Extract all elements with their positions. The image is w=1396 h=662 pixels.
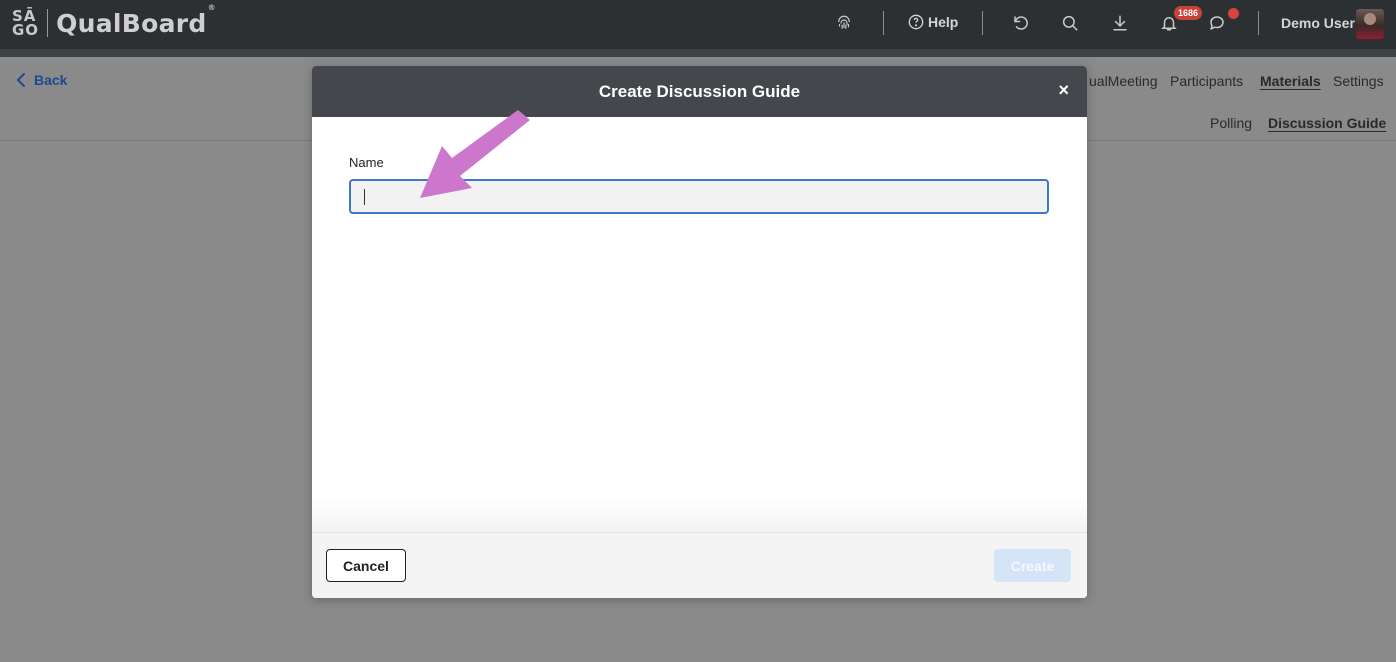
tab-materials[interactable]: Materials — [1260, 73, 1321, 89]
back-label: Back — [34, 72, 68, 88]
chat-icon[interactable] — [1206, 12, 1228, 34]
logo-mark-bottom: GO — [12, 21, 40, 39]
content-fade — [312, 496, 1087, 532]
logo-text-label: QualBoard — [56, 8, 207, 38]
name-field-label: Name — [349, 155, 384, 170]
question-circle-icon — [908, 14, 924, 30]
subtab-polling[interactable]: Polling — [1210, 115, 1252, 131]
logo-text: QualBoard® — [56, 3, 216, 38]
back-button[interactable]: Back — [16, 72, 67, 88]
help-label: Help — [928, 14, 959, 30]
create-button[interactable]: Create — [994, 549, 1071, 582]
logo-divider — [47, 9, 49, 37]
notification-badge: 1686 — [1174, 6, 1203, 20]
help-button[interactable]: Help — [908, 14, 958, 30]
close-icon[interactable]: × — [1058, 81, 1069, 99]
toolbar-separator — [1258, 11, 1259, 35]
annotation-arrow-icon — [420, 110, 530, 198]
fingerprint-icon[interactable] — [833, 12, 855, 34]
toolbar-separator — [982, 11, 983, 35]
logo-registered-mark: ® — [207, 2, 216, 12]
toolbar-separator — [883, 11, 884, 35]
undo-icon[interactable] — [1010, 12, 1032, 34]
chat-unread-dot — [1228, 8, 1239, 19]
user-name[interactable]: Demo User — [1281, 15, 1355, 31]
dialog-title: Create Discussion Guide — [598, 81, 801, 101]
tab-settings[interactable]: Settings — [1333, 73, 1384, 89]
tab-participants[interactable]: Participants — [1170, 73, 1243, 89]
avatar[interactable] — [1356, 9, 1384, 39]
download-icon[interactable] — [1109, 12, 1131, 34]
text-caret — [364, 189, 365, 205]
logo-mark: SĀ GO — [12, 9, 40, 39]
subtab-discussion-guide[interactable]: Discussion Guide — [1268, 115, 1386, 131]
top-bar-shadow — [0, 49, 1396, 57]
search-icon[interactable] — [1059, 12, 1081, 34]
cancel-button[interactable]: Cancel — [326, 549, 406, 582]
dialog-footer: Cancel Create — [312, 532, 1087, 598]
chevron-left-icon — [16, 73, 25, 87]
app-logo[interactable]: SĀ GO QualBoard® — [12, 3, 216, 42]
tab-qualmeeting[interactable]: ualMeeting — [1089, 73, 1158, 89]
